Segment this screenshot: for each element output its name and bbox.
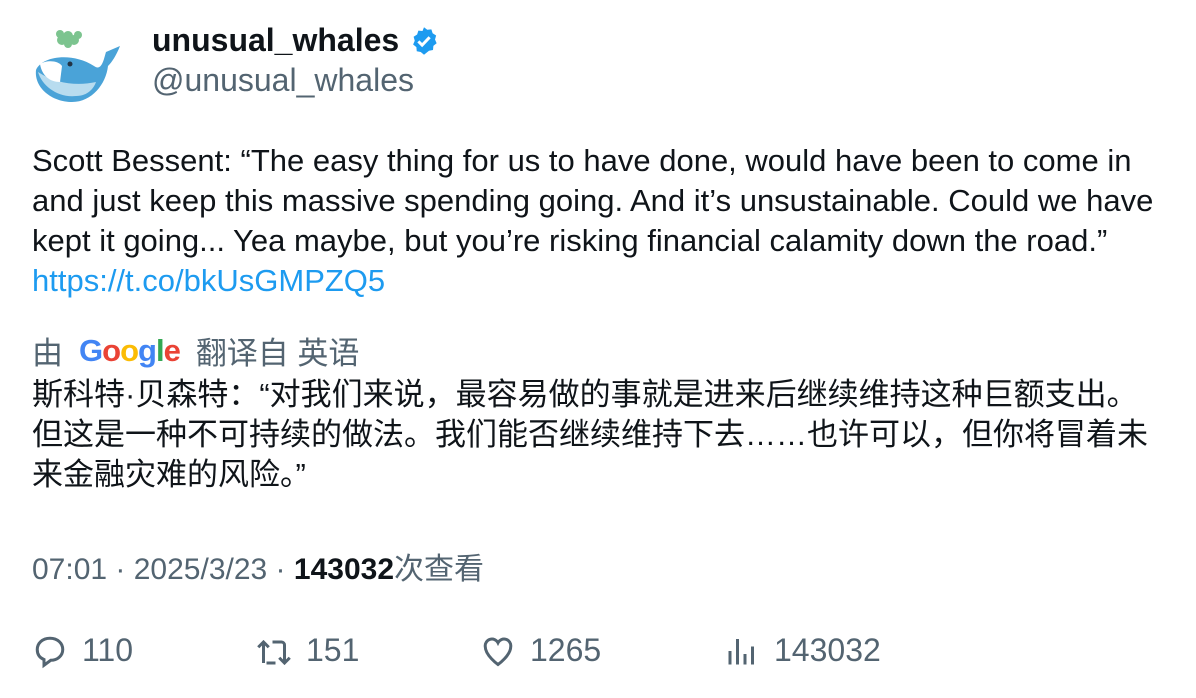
reply-icon bbox=[35, 636, 65, 668]
tweet-meta: 07:01 · 2025/3/23 · 143032次查看 bbox=[32, 553, 484, 586]
tweet-text: Scott Bessent: “The easy thing for us to… bbox=[32, 143, 1154, 298]
whale-logo-icon bbox=[35, 30, 120, 102]
tweet-link[interactable]: https://t.co/bkUsGMPZQ5 bbox=[32, 263, 385, 298]
translation-attribution: 由 Google 翻译自 英语 bbox=[32, 332, 360, 372]
view-count: 143032 bbox=[293, 553, 394, 586]
heart-icon bbox=[483, 637, 513, 666]
tweet-date[interactable]: 2025/3/23 bbox=[134, 553, 267, 586]
reply-button[interactable]: 110 bbox=[32, 632, 133, 669]
retweet-button[interactable]: 151 bbox=[256, 632, 359, 669]
tweet-time[interactable]: 07:01 bbox=[32, 553, 107, 586]
like-button[interactable]: 1265 bbox=[480, 632, 601, 669]
views-button[interactable]: 143032 bbox=[724, 632, 881, 669]
avatar[interactable] bbox=[32, 26, 126, 112]
action-bar: 110 151 1265 143032 bbox=[32, 632, 932, 672]
verified-badge-icon bbox=[413, 26, 437, 55]
retweet-icon bbox=[257, 639, 291, 665]
google-logo: Google bbox=[79, 332, 181, 368]
translated-text: 斯科特·贝森特：“对我们来说，最容易做的事就是进来后继续维持这种巨额支出。但这是… bbox=[32, 377, 1148, 492]
analytics-icon bbox=[728, 638, 754, 664]
author-name[interactable]: unusual_whales bbox=[152, 22, 439, 59]
author-handle[interactable]: @unusual_whales bbox=[152, 62, 414, 99]
